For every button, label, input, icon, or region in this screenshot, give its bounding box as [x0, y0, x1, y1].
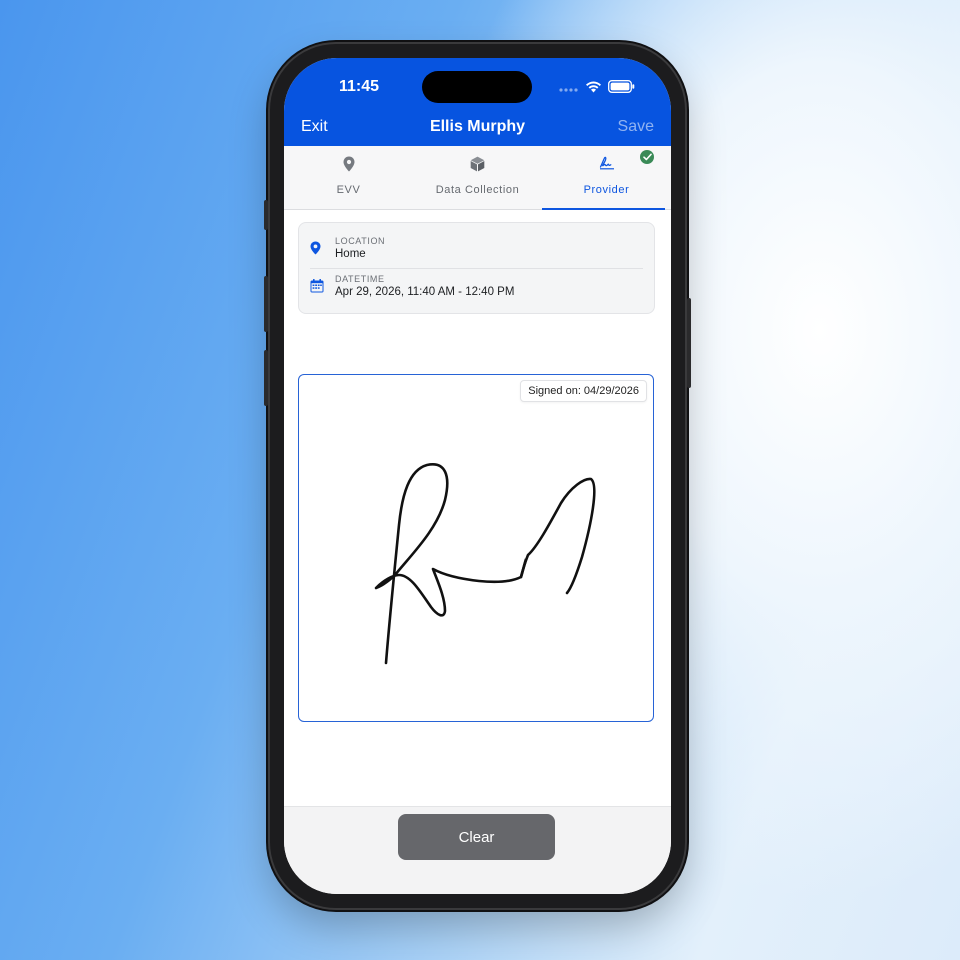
- action-button: [264, 200, 268, 230]
- app-screen: 11:45 Exit Ellis Murphy Save EVV Data Co…: [284, 58, 671, 894]
- location-icon: [310, 241, 321, 260]
- location-label: LOCATION: [335, 236, 386, 246]
- completed-check-icon: [640, 150, 654, 164]
- tab-data-collection-label: Data Collection: [435, 184, 520, 196]
- volume-down-button: [264, 350, 268, 406]
- location-pin-icon: [343, 156, 355, 174]
- cube-icon: [470, 156, 485, 174]
- calendar-icon: [310, 279, 324, 298]
- signal-dots-icon: [559, 80, 579, 98]
- clear-button[interactable]: Clear: [398, 814, 555, 860]
- tab-provider-label: Provider: [583, 184, 630, 196]
- tab-data-collection[interactable]: Data Collection: [413, 146, 542, 209]
- datetime-row: DATETIME Apr 29, 2026, 11:40 AM - 12:40 …: [299, 261, 654, 301]
- status-icons: [559, 80, 635, 98]
- tab-evv[interactable]: EVV: [284, 146, 413, 209]
- page-title: Ellis Murphy: [429, 118, 526, 135]
- tab-bar: EVV Data Collection Provider: [284, 146, 671, 210]
- datetime-label: DATETIME: [335, 274, 385, 284]
- location-value: Home: [335, 248, 366, 260]
- battery-icon: [608, 80, 635, 98]
- visit-info-card: LOCATION Home DATETIME Apr 29, 2026, 11:…: [298, 222, 655, 314]
- signature-pad[interactable]: Signed on: 04/29/2026: [298, 374, 654, 722]
- dynamic-island: [422, 71, 532, 103]
- status-time: 11:45: [339, 78, 380, 95]
- power-button: [687, 298, 691, 388]
- wifi-icon: [585, 80, 602, 98]
- phone-frame: 11:45 Exit Ellis Murphy Save EVV Data Co…: [264, 44, 691, 908]
- signature-drawing: [374, 463, 596, 665]
- volume-up-button: [264, 276, 268, 332]
- location-row: LOCATION Home: [299, 223, 654, 263]
- tab-evv-label: EVV: [336, 184, 361, 196]
- save-button[interactable]: Save: [618, 118, 654, 136]
- signature-icon: [599, 156, 615, 174]
- datetime-value: Apr 29, 2026, 11:40 AM - 12:40 PM: [335, 286, 515, 298]
